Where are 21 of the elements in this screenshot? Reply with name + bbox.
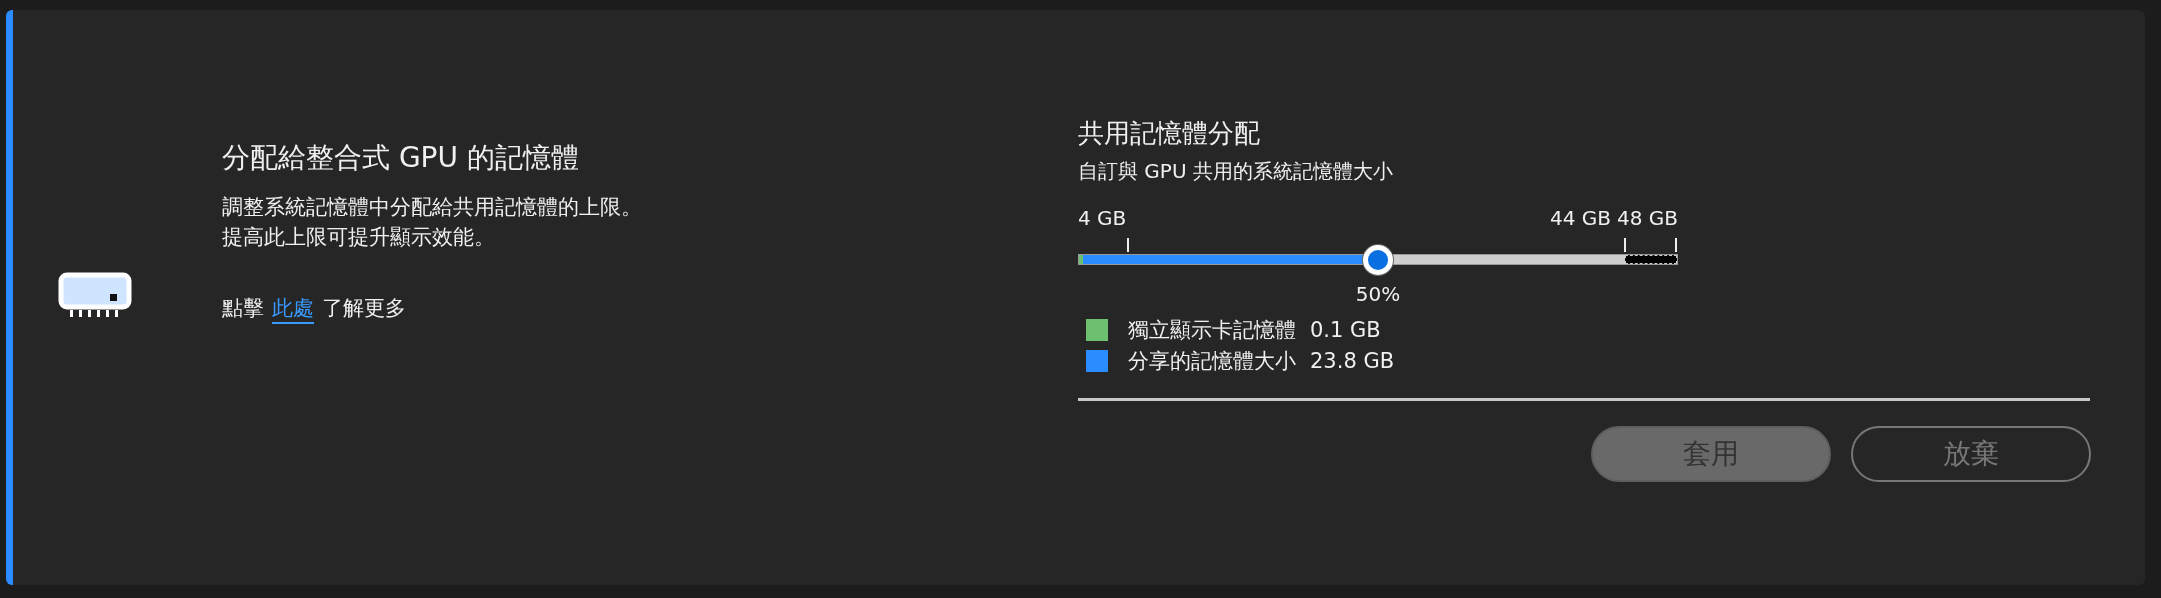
learn-more-link[interactable]: 此處 <box>272 294 314 324</box>
description-text: 調整系統記憶體中分配給共用記憶體的上限。 <box>222 194 642 221</box>
legend-value: 23.8 GB <box>1310 348 1395 373</box>
allocation-subtitle: 自訂與 GPU 共用的系統記憶體大小 <box>1078 158 1393 185</box>
section-title: 分配給整合式 GPU 的記憶體 <box>222 140 580 176</box>
legend-label: 獨立顯示卡記憶體 <box>1128 316 1296 344</box>
slider-thumb[interactable] <box>1363 245 1393 275</box>
learn-more-text: 了解更多 <box>322 295 406 322</box>
memory-chip-icon <box>58 272 132 318</box>
tick-mark <box>1675 238 1677 252</box>
tick-label: 4 GB <box>1078 206 1127 230</box>
tick-mark <box>1624 238 1626 252</box>
tick-label: 48 GB <box>1616 206 1678 230</box>
legend-label: 分享的記憶體大小 <box>1128 347 1296 375</box>
description-text: 提高此上限可提升顯示效能。 <box>222 224 495 251</box>
tick-label: 44 GB <box>1549 206 1611 230</box>
tick-mark <box>1127 238 1129 252</box>
learn-more-text: 點擊 <box>222 295 264 322</box>
legend-value: 0.1 GB <box>1310 317 1381 342</box>
slider-percent: 50% <box>1355 282 1401 306</box>
allocation-title: 共用記憶體分配 <box>1078 117 1260 150</box>
